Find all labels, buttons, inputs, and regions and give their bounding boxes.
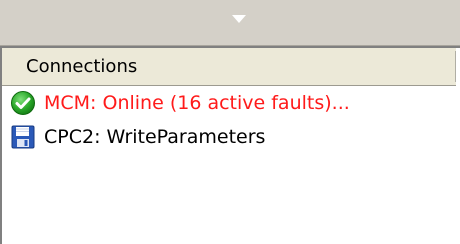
connection-row-mcm[interactable]: MCM: Online (16 active faults)... <box>2 86 460 120</box>
connections-panel: Connections MCM: Online (16 active fault… <box>0 46 460 244</box>
connections-column-header[interactable]: Connections <box>2 48 456 86</box>
save-disk-icon <box>11 125 35 149</box>
connections-header-label: Connections <box>26 56 138 77</box>
connection-label-cpc2: CPC2: WriteParameters <box>44 126 266 148</box>
connection-label-mcm: MCM: Online (16 active faults)... <box>44 92 350 114</box>
collapse-bar[interactable] <box>0 0 460 46</box>
connections-window: Connections MCM: Online (16 active fault… <box>0 0 460 244</box>
check-circle-icon <box>11 91 35 115</box>
chevron-down-icon[interactable] <box>232 15 246 23</box>
connection-row-cpc2[interactable]: CPC2: WriteParameters <box>2 120 460 154</box>
